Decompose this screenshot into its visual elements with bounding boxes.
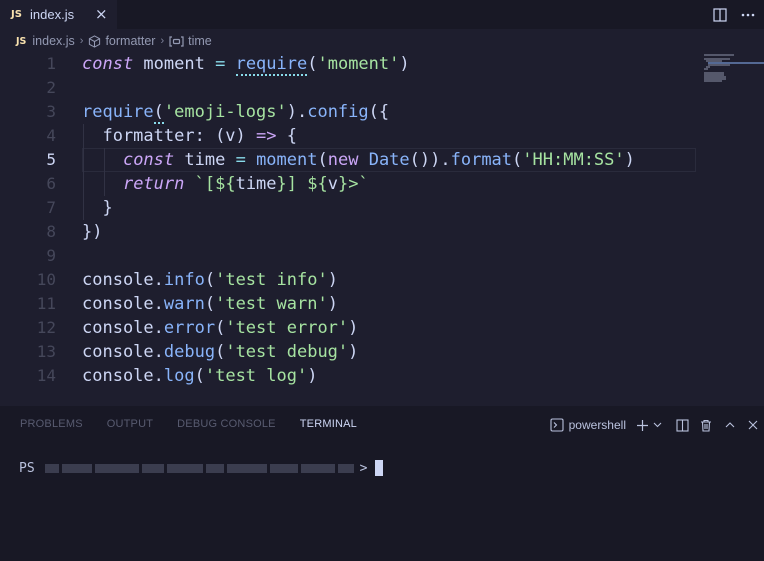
shell-selector-label[interactable]: powershell xyxy=(569,418,626,432)
code-line-5: const time = moment(new Date()).format('… xyxy=(122,150,635,170)
variable-icon xyxy=(169,35,184,47)
code-line-11: console.warn('test warn') xyxy=(82,294,338,314)
code-editor[interactable]: 1 2 3 4 5 6 7 8 9 10 11 12 13 14 const moment = requi… xyxy=(0,52,764,405)
minimap[interactable] xyxy=(700,52,764,92)
breadcrumb: JS index.js › formatter › time xyxy=(0,30,764,52)
tab-debug-console[interactable]: DEBUG CONSOLE xyxy=(177,418,276,430)
code-line-3: require('emoji-logs').config({ xyxy=(82,102,390,124)
line-number: 9 xyxy=(46,246,56,265)
bottom-panel: PROBLEMS OUTPUT DEBUG CONSOLE TERMINAL p… xyxy=(0,405,764,561)
tab-terminal[interactable]: TERMINAL xyxy=(300,418,357,430)
editor-tab-bar: JS index.js × xyxy=(0,0,764,29)
code-line-8: }) xyxy=(82,222,103,242)
plus-icon[interactable] xyxy=(634,419,650,432)
breadcrumb-time[interactable]: time xyxy=(188,34,212,48)
terminal-prompt-label: PS xyxy=(19,460,35,476)
split-editor-icon[interactable] xyxy=(708,3,732,27)
line-number: 2 xyxy=(46,78,56,97)
code-line-6: return `[${time}] ${v}>` xyxy=(122,174,369,194)
redacted-path xyxy=(44,463,357,473)
close-icon[interactable]: × xyxy=(95,5,108,23)
terminal-prompt-suffix: > xyxy=(359,460,368,476)
split-terminal-icon[interactable] xyxy=(670,418,694,432)
trash-icon[interactable] xyxy=(694,419,718,432)
panel-actions: powershell xyxy=(550,414,764,436)
tab-label: index.js xyxy=(30,7,75,22)
js-file-icon: JS xyxy=(11,9,22,20)
breadcrumb-formatter[interactable]: formatter xyxy=(105,34,155,48)
code-line-4: formatter: (v) => { xyxy=(82,126,297,146)
tab-index-js[interactable]: JS index.js × xyxy=(0,0,117,29)
chevron-down-icon[interactable] xyxy=(650,422,664,428)
close-icon[interactable] xyxy=(742,420,764,430)
editor-actions xyxy=(708,0,764,29)
tab-problems[interactable]: PROBLEMS xyxy=(20,418,83,430)
breadcrumb-file[interactable]: index.js xyxy=(32,34,74,48)
code-line-7: } xyxy=(82,198,113,218)
code-line-12: console.error('test error') xyxy=(82,318,359,338)
js-file-icon: JS xyxy=(16,35,27,47)
cube-icon xyxy=(89,34,101,48)
code-line-13: console.debug('test debug') xyxy=(82,342,359,362)
terminal-icon xyxy=(550,418,564,432)
terminal-prompt-line[interactable]: PS > xyxy=(19,460,384,476)
panel-tab-list: PROBLEMS OUTPUT DEBUG CONSOLE TERMINAL xyxy=(20,418,381,430)
terminal-cursor xyxy=(375,460,384,476)
code-line-14: console.log('test log') xyxy=(82,366,318,386)
code-line-10: console.info('test info') xyxy=(82,270,338,290)
chevron-right-icon: › xyxy=(79,35,84,47)
tab-output[interactable]: OUTPUT xyxy=(107,418,153,430)
more-actions-icon[interactable] xyxy=(736,3,760,27)
chevron-up-icon[interactable] xyxy=(718,422,742,428)
code-line-1: const moment = require('moment') xyxy=(82,54,410,76)
chevron-right-icon: › xyxy=(160,35,165,47)
